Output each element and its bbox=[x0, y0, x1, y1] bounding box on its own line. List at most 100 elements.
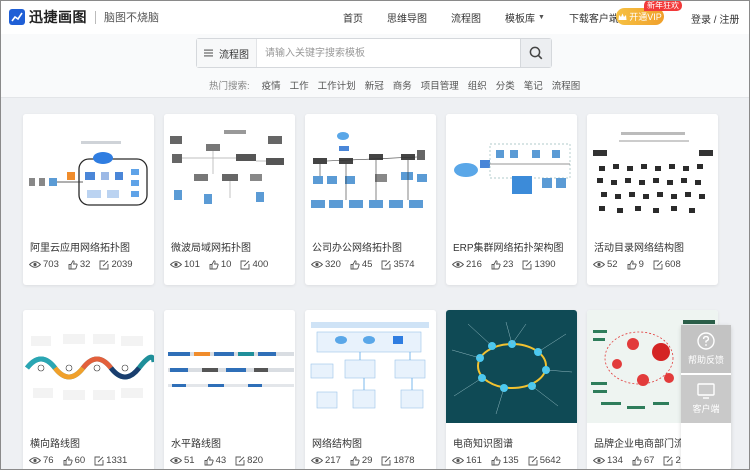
logo-text: 迅捷画图 bbox=[29, 9, 87, 25]
edits-count: 2039 bbox=[111, 259, 133, 270]
logo[interactable]: 迅捷画图 脑图不烧脑 bbox=[9, 7, 159, 27]
thumbs-up-icon bbox=[204, 455, 214, 465]
edits-count: 3574 bbox=[393, 259, 415, 270]
template-stats: 101 10 400 bbox=[170, 259, 292, 270]
edit-icon bbox=[653, 260, 663, 269]
question-icon bbox=[697, 332, 715, 350]
likes-count: 9 bbox=[638, 259, 644, 270]
template-card[interactable]: 微波局域网拓扑图 101 10 400 bbox=[164, 114, 295, 285]
likes-stat: 23 bbox=[491, 259, 513, 270]
search-category-select[interactable]: 流程图 bbox=[197, 39, 257, 67]
eye-icon bbox=[452, 457, 464, 464]
likes-stat: 10 bbox=[209, 259, 231, 270]
eye-icon bbox=[452, 261, 464, 268]
template-card[interactable]: 水平路线图 51 43 820 bbox=[164, 310, 295, 470]
views-stat: 101 bbox=[170, 259, 200, 270]
thumbs-up-icon bbox=[491, 455, 501, 465]
likes-count: 135 bbox=[502, 455, 519, 466]
edits-count: 1331 bbox=[106, 455, 128, 466]
search-input[interactable] bbox=[257, 39, 520, 67]
likes-count: 29 bbox=[361, 455, 373, 466]
eye-icon bbox=[593, 457, 605, 464]
hot-search-item[interactable]: 项目管理 bbox=[421, 78, 459, 92]
template-thumbnail bbox=[305, 310, 436, 423]
template-thumbnail bbox=[164, 310, 295, 423]
edits-count: 1390 bbox=[534, 259, 556, 270]
edits-count: 820 bbox=[247, 455, 264, 466]
views-stat: 216 bbox=[452, 259, 482, 270]
template-card[interactable]: 网络结构图 217 29 1878 bbox=[305, 310, 436, 470]
views-stat: 217 bbox=[311, 455, 341, 466]
vip-area: 开通VIP 新年狂欢 bbox=[616, 0, 682, 25]
nav-flowchart[interactable]: 流程图 bbox=[451, 10, 481, 25]
template-stats: 161 135 5642 bbox=[452, 455, 574, 466]
template-stats: 703 32 2039 bbox=[29, 259, 151, 270]
views-stat: 76 bbox=[29, 455, 54, 466]
edits-stat: 1390 bbox=[522, 259, 556, 270]
hot-search-item[interactable]: 工作 bbox=[290, 78, 309, 92]
hot-search-item[interactable]: 商务 bbox=[393, 78, 412, 92]
hot-search-item[interactable]: 组织 bbox=[468, 78, 487, 92]
logo-tagline: 脑图不烧脑 bbox=[104, 12, 159, 24]
views-count: 216 bbox=[466, 259, 482, 270]
views-count: 134 bbox=[607, 455, 623, 466]
help-feedback-label: 帮助反馈 bbox=[687, 355, 724, 365]
template-card[interactable]: 横向路线图 76 60 1331 bbox=[23, 310, 154, 470]
hot-search-item[interactable]: 笔记 bbox=[524, 78, 543, 92]
template-title: 公司办公网络拓扑图 bbox=[312, 243, 402, 254]
edit-icon bbox=[99, 260, 109, 269]
edits-stat: 1331 bbox=[94, 455, 127, 466]
template-title: 横向路线图 bbox=[30, 439, 80, 450]
views-count: 320 bbox=[325, 259, 341, 270]
views-count: 76 bbox=[43, 455, 54, 466]
template-title: 活动目录网络结构图 bbox=[594, 243, 684, 254]
template-card[interactable]: ERP集群网络拓扑架构图 216 23 1390 bbox=[446, 114, 577, 285]
template-stats: 52 9 608 bbox=[593, 259, 715, 270]
eye-icon bbox=[170, 261, 182, 268]
help-feedback-button[interactable]: 帮助反馈 bbox=[681, 325, 731, 373]
login-register-link[interactable]: 登录 / 注册 bbox=[691, 11, 739, 26]
hot-search-item[interactable]: 新冠 bbox=[365, 78, 384, 92]
nav-mindmap[interactable]: 思维导图 bbox=[387, 10, 427, 25]
likes-stat: 9 bbox=[627, 259, 644, 270]
nav-home-label: 首页 bbox=[343, 13, 363, 25]
hot-search-item[interactable]: 分类 bbox=[496, 78, 515, 92]
hot-search-item[interactable]: 流程图 bbox=[552, 78, 581, 92]
hot-search-item[interactable]: 工作计划 bbox=[318, 78, 356, 92]
nav-templates[interactable]: 模板库 ▼ bbox=[505, 10, 545, 25]
vip-button-label: 开通VIP bbox=[629, 12, 662, 22]
views-stat: 134 bbox=[593, 455, 623, 466]
template-thumbnail bbox=[23, 114, 154, 227]
search-band: 流程图 热门搜索: 疫情 工作 工作计划 新冠 商务 项目管理 组织 分类 笔记… bbox=[0, 34, 750, 98]
template-thumbnail bbox=[23, 310, 154, 423]
client-download-label: 客户端 bbox=[692, 404, 720, 414]
nav-home[interactable]: 首页 bbox=[343, 10, 363, 25]
template-title: 网络结构图 bbox=[312, 439, 362, 450]
edit-icon bbox=[240, 260, 250, 269]
template-stats: 216 23 1390 bbox=[452, 259, 574, 270]
views-stat: 161 bbox=[452, 455, 482, 466]
edits-count: 5642 bbox=[539, 455, 561, 466]
hot-search-item[interactable]: 疫情 bbox=[262, 78, 281, 92]
nav-flowchart-label: 流程图 bbox=[451, 13, 481, 25]
hot-searches: 热门搜索: 疫情 工作 工作计划 新冠 商务 项目管理 组织 分类 笔记 流程图 bbox=[209, 78, 589, 92]
likes-stat: 60 bbox=[63, 455, 85, 466]
thumbs-up-icon bbox=[350, 259, 360, 269]
search-bar: 流程图 bbox=[196, 38, 552, 68]
template-card[interactable]: 电商知识图谱 161 135 5642 bbox=[446, 310, 577, 470]
nav-mindmap-label: 思维导图 bbox=[387, 13, 427, 25]
template-title: 水平路线图 bbox=[171, 439, 221, 450]
views-count: 217 bbox=[325, 455, 341, 466]
edit-icon bbox=[663, 456, 673, 465]
template-title: 阿里云应用网络拓扑图 bbox=[30, 243, 130, 254]
template-title: 电商知识图谱 bbox=[453, 439, 513, 450]
top-header: 迅捷画图 脑图不烧脑 首页 思维导图 流程图 模板库▼ 下载客户端 ▼ 开通VIP… bbox=[0, 0, 750, 34]
template-stats: 320 45 3574 bbox=[311, 259, 433, 270]
template-card[interactable]: 公司办公网络拓扑图 320 45 3574 bbox=[305, 114, 436, 285]
template-card[interactable]: 活动目录网络结构图 52 9 608 bbox=[587, 114, 718, 285]
promo-badge: 新年狂欢 bbox=[644, 0, 682, 11]
template-card[interactable]: 阿里云应用网络拓扑图 703 32 2039 bbox=[23, 114, 154, 285]
views-count: 161 bbox=[466, 455, 482, 466]
client-download-button[interactable]: 客户端 bbox=[681, 375, 731, 423]
search-button[interactable] bbox=[520, 39, 551, 67]
